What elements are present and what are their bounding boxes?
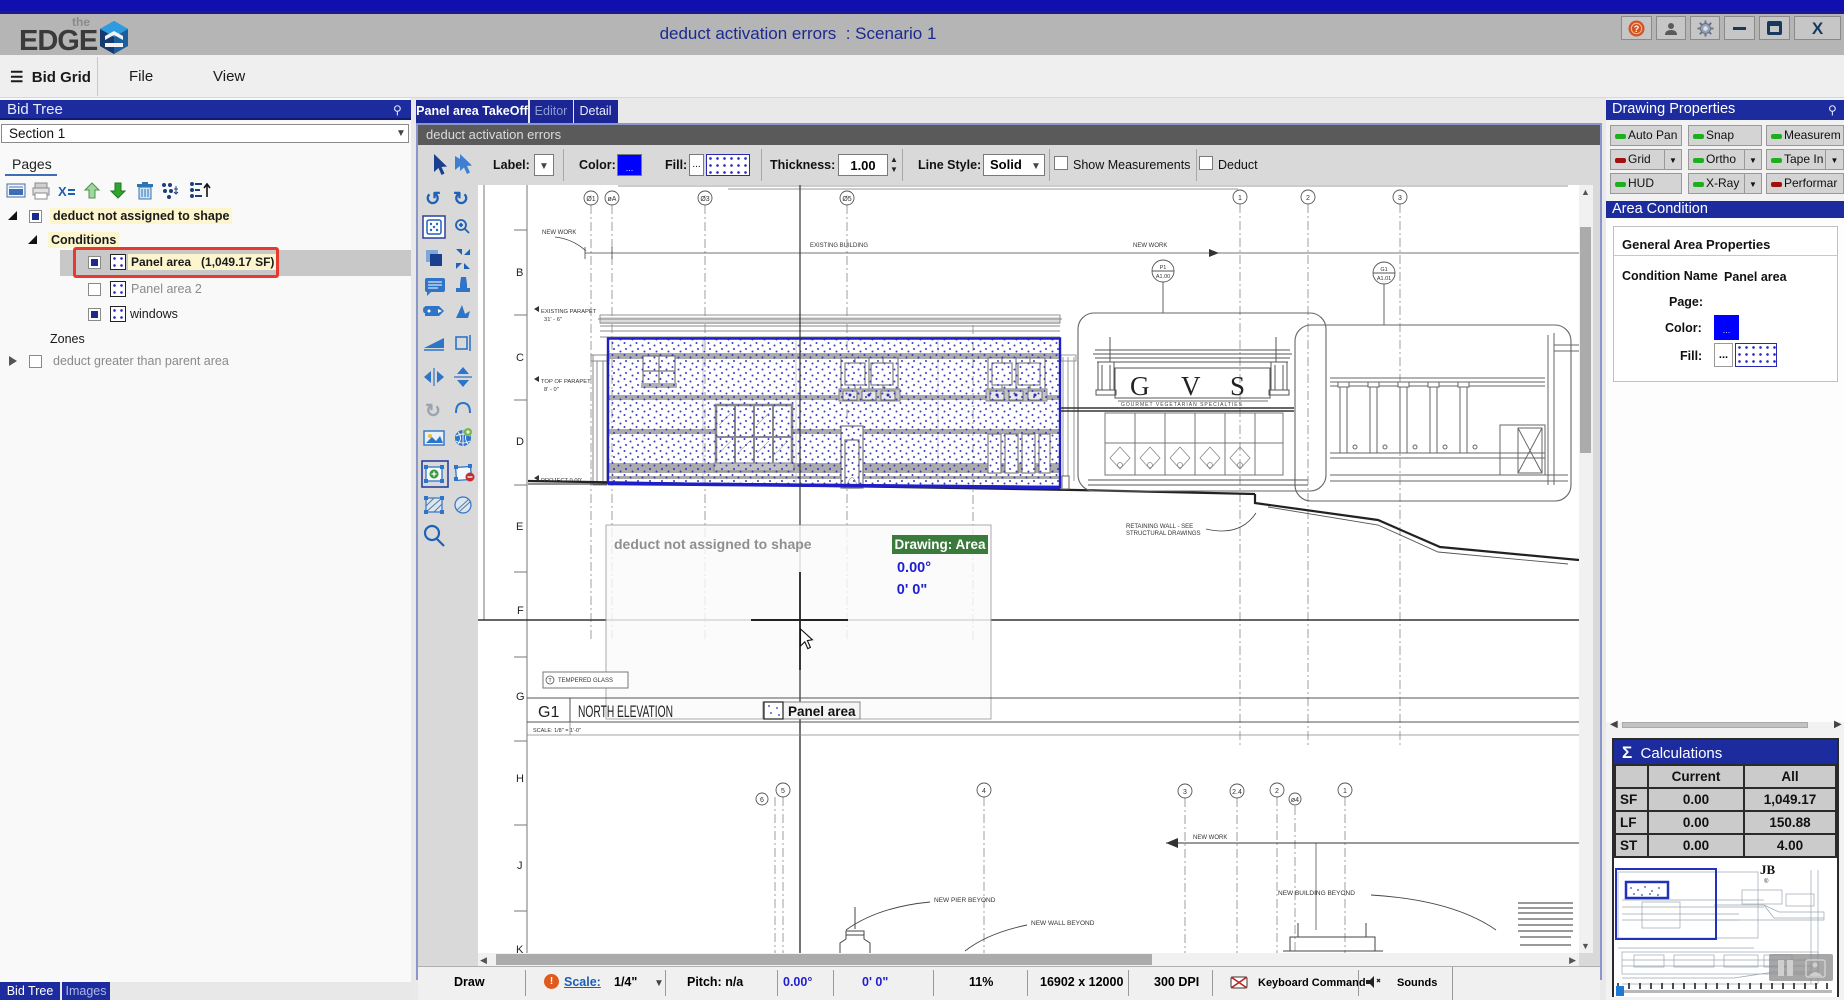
svg-text:4: 4: [982, 788, 986, 795]
svg-text:Ø5: Ø5: [842, 196, 851, 203]
svg-text:G1: G1: [1380, 267, 1387, 273]
svg-text:1: 1: [1343, 788, 1347, 795]
svg-text:S: S: [1230, 371, 1245, 401]
svg-text:H: H: [516, 773, 524, 785]
svg-text:TEMPERED GLASS: TEMPERED GLASS: [558, 678, 613, 684]
svg-text:NEW WALL BEYOND: NEW WALL BEYOND: [1031, 920, 1095, 927]
svg-text:Ø3: Ø3: [700, 196, 709, 203]
svg-text:SCALE: 1/8" = 1'-0": SCALE: 1/8" = 1'-0": [533, 728, 581, 734]
svg-text:↺: ↺: [425, 189, 441, 210]
svg-text:EXISTING BUILDING: EXISTING BUILDING: [810, 243, 868, 249]
svg-text:Panel area: Panel area: [788, 704, 856, 719]
svg-text:NEW BUILDING BEYOND: NEW BUILDING BEYOND: [1278, 890, 1355, 897]
svg-text:6: 6: [760, 797, 764, 804]
svg-text:deduct not assigned to shape: deduct not assigned to shape: [614, 536, 812, 552]
svg-text:0.00°: 0.00°: [897, 560, 931, 576]
svg-text:0' 0": 0' 0": [897, 582, 927, 598]
svg-text:JB: JB: [1760, 862, 1776, 877]
svg-text:↻: ↻: [425, 401, 441, 422]
svg-text:3: 3: [1183, 789, 1187, 796]
svg-text:EXISTING PARAPET: EXISTING PARAPET: [541, 309, 597, 315]
svg-text:NEW WORK: NEW WORK: [1133, 243, 1167, 249]
svg-text:G1: G1: [538, 704, 559, 721]
svg-text:RETAINING WALL - SEE: RETAINING WALL - SEE: [1126, 524, 1193, 530]
svg-text:C: C: [516, 352, 524, 364]
svg-text:F: F: [517, 605, 524, 617]
svg-text:X: X: [58, 184, 67, 199]
svg-text:2: 2: [1275, 788, 1279, 795]
svg-text:GOURMET VEGETARIAN SPECIALTIES: GOURMET VEGETARIAN SPECIALTIES: [1121, 402, 1243, 408]
svg-text:V: V: [1181, 371, 1201, 401]
svg-text:NEW WORK: NEW WORK: [1193, 835, 1227, 841]
svg-text:STRUCTURAL DRAWINGS: STRUCTURAL DRAWINGS: [1126, 531, 1201, 537]
svg-text:2.4: 2.4: [1232, 789, 1242, 796]
svg-text:K: K: [516, 944, 524, 953]
svg-text:A1.00: A1.00: [1156, 274, 1170, 280]
svg-text:E: E: [516, 521, 523, 533]
svg-text:5: 5: [781, 788, 785, 795]
svg-text:J: J: [517, 860, 523, 872]
svg-text:?: ?: [1634, 24, 1640, 34]
svg-text:NEW PIER BEYOND: NEW PIER BEYOND: [934, 897, 996, 904]
svg-text:NORTH ELEVATION: NORTH ELEVATION: [578, 703, 673, 721]
svg-text:TOP OF PARAPET: TOP OF PARAPET: [541, 379, 591, 385]
svg-text:A1.01: A1.01: [1377, 276, 1391, 282]
svg-text:3: 3: [1398, 195, 1402, 202]
svg-text:øA: øA: [608, 196, 617, 203]
svg-text:NEW WORK: NEW WORK: [542, 230, 576, 236]
svg-text:Ø1: Ø1: [586, 196, 595, 203]
svg-text:2: 2: [1306, 195, 1310, 202]
svg-text:G: G: [516, 691, 525, 703]
svg-text:↻: ↻: [453, 189, 469, 210]
svg-text:31' - 6": 31' - 6": [544, 317, 562, 323]
svg-text:G: G: [1130, 371, 1150, 401]
svg-text:D: D: [516, 436, 524, 448]
svg-text:8' - 0": 8' - 0": [544, 387, 559, 393]
svg-text:B: B: [516, 267, 523, 279]
svg-text:Drawing: Area: Drawing: Area: [894, 537, 986, 552]
svg-text:P1: P1: [1160, 265, 1167, 271]
svg-text:1: 1: [1238, 195, 1242, 202]
svg-text:EDGE: EDGE: [19, 25, 98, 55]
svg-text:ø4: ø4: [1291, 797, 1299, 804]
svg-text:®: ®: [1764, 878, 1769, 885]
